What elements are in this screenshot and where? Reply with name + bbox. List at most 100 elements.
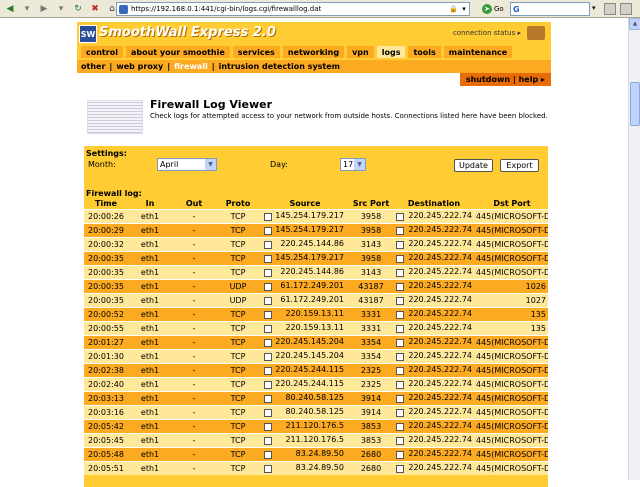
checkbox[interactable] [264, 283, 272, 291]
tab-maintenance[interactable]: maintenance [443, 46, 513, 58]
cell-in-text: eth1 [140, 323, 160, 333]
connection-status[interactable]: connection status ▸ [453, 29, 521, 37]
checkbox[interactable] [264, 423, 272, 431]
tab-services[interactable]: services [232, 46, 280, 58]
checkbox[interactable] [396, 339, 404, 347]
back-icon[interactable]: ◀ [3, 2, 17, 16]
checkbox[interactable] [264, 241, 272, 249]
cell-destination-text: 220.245.222.74 [408, 463, 472, 473]
cell-in: eth1 [128, 376, 172, 391]
checkbox[interactable] [264, 409, 272, 417]
checkbox[interactable] [264, 465, 272, 474]
checkbox[interactable] [264, 297, 272, 305]
subnav-web-proxy[interactable]: web proxy [116, 62, 163, 71]
checkbox[interactable] [264, 269, 272, 277]
checkbox[interactable] [396, 423, 404, 431]
cell-src-port-text: 3143 [360, 239, 382, 249]
checkbox[interactable] [264, 213, 272, 221]
reload-icon[interactable]: ↻ [71, 2, 85, 16]
scroll-thumb[interactable] [630, 82, 640, 126]
checkbox[interactable] [264, 339, 272, 347]
checkbox[interactable] [396, 283, 404, 291]
checkbox[interactable] [396, 451, 404, 459]
chevron-down-icon[interactable]: ▾ [592, 4, 596, 12]
cell-out-text: - [192, 449, 196, 459]
checkbox[interactable] [264, 381, 272, 389]
scroll-up-icon[interactable]: ▲ [629, 18, 640, 30]
checkbox[interactable] [396, 367, 404, 375]
checkbox[interactable] [264, 451, 272, 459]
dropdown-icon[interactable]: ▾ [20, 2, 34, 16]
cell-destination: 220.245.222.74 [392, 446, 476, 461]
cell-src-port: 2325 [350, 362, 392, 377]
checkbox[interactable] [264, 311, 272, 319]
cell-proto-text: TCP [230, 421, 246, 431]
checkbox[interactable] [396, 255, 404, 263]
checkbox[interactable] [396, 381, 404, 389]
checkbox[interactable] [264, 325, 272, 333]
cell-dst-port-text: 445(MICROSOFT-DS) [476, 351, 548, 361]
address-bar[interactable]: https://192.168.0.1:441/cgi-bin/logs.cgi… [116, 2, 470, 16]
toolbar-button[interactable] [620, 3, 632, 15]
checkbox[interactable] [396, 311, 404, 319]
cell-destination-text: 220.245.222.74 [408, 253, 472, 262]
checkbox[interactable] [396, 297, 404, 305]
checkbox[interactable] [264, 255, 272, 263]
go-button[interactable]: ➤ Go [482, 2, 504, 16]
checkbox[interactable] [396, 227, 404, 235]
cell-source-text: 83.24.89.50 [295, 463, 344, 473]
cell-time-text: 20:03:16 [88, 407, 124, 417]
checkbox[interactable] [396, 437, 404, 445]
checkbox[interactable] [264, 227, 272, 235]
checkbox[interactable] [264, 353, 272, 361]
tab-about[interactable]: about your smoothie [125, 46, 230, 58]
checkbox[interactable] [396, 465, 404, 474]
cell-source-text: 80.240.58.125 [285, 393, 344, 402]
checkbox[interactable] [264, 395, 272, 403]
checkbox[interactable] [264, 437, 272, 445]
cell-time-text: 20:00:35 [88, 295, 124, 305]
subnav-ids[interactable]: intrusion detection system [219, 62, 340, 71]
cell-proto: TCP [216, 320, 260, 335]
cell-proto-text: TCP [230, 449, 246, 459]
dropdown-icon[interactable]: ▾ [54, 2, 68, 16]
tab-logs[interactable]: logs [376, 46, 406, 58]
cell-source-text: 211.120.176.5 [285, 435, 344, 444]
shutdown-help-link[interactable]: shutdown | help ▸ [459, 73, 551, 86]
checkbox[interactable] [396, 325, 404, 333]
stop-icon[interactable]: ✖ [88, 2, 102, 16]
tab-networking[interactable]: networking [282, 46, 345, 58]
day-select[interactable]: 17 ▼ [340, 158, 366, 171]
chevron-down-icon[interactable]: ▼ [354, 159, 365, 170]
tab-vpn[interactable]: vpn [347, 46, 374, 58]
checkbox[interactable] [396, 409, 404, 417]
url-text[interactable]: https://192.168.0.1:441/cgi-bin/logs.cgi… [131, 5, 449, 13]
forward-icon[interactable]: ▶ [37, 2, 51, 16]
subnav-firewall[interactable]: firewall [174, 62, 208, 71]
chevron-down-icon[interactable]: ▾ [459, 3, 469, 15]
cell-time-text: 20:05:42 [88, 421, 124, 431]
cell-dst-port: 1026 [476, 278, 548, 293]
toolbar-button[interactable] [604, 3, 616, 15]
cell-destination: 220.245.222.74 [392, 432, 476, 447]
checkbox[interactable] [396, 395, 404, 403]
cell-dst-port-text: 445(MICROSOFT-DS) [476, 435, 548, 445]
checkbox[interactable] [396, 241, 404, 249]
checkbox[interactable] [396, 353, 404, 361]
vertical-scrollbar[interactable]: ▲ [628, 18, 640, 480]
subnav-other[interactable]: other [81, 62, 105, 71]
update-button[interactable]: Update [454, 159, 493, 172]
cell-proto-text: TCP [230, 225, 246, 235]
tab-control[interactable]: control [81, 46, 123, 58]
cell-in: eth1 [128, 348, 172, 363]
cell-time: 20:03:16 [84, 404, 128, 419]
month-select[interactable]: April ▼ [157, 158, 217, 171]
export-button[interactable]: Export [500, 159, 539, 172]
checkbox[interactable] [264, 367, 272, 375]
checkbox[interactable] [396, 213, 404, 221]
tab-tools[interactable]: tools [408, 46, 441, 58]
chevron-down-icon[interactable]: ▼ [205, 159, 216, 170]
checkbox[interactable] [396, 269, 404, 277]
cell-proto: TCP [216, 404, 260, 419]
search-input[interactable]: G [510, 2, 590, 16]
